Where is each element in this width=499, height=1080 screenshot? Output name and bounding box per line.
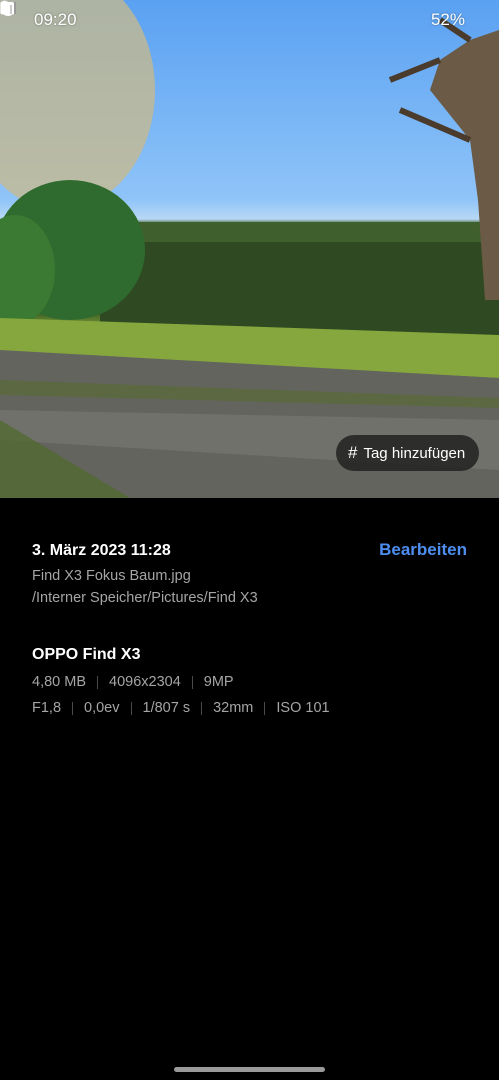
exif-row: F1,8 0,0ev 1/807 s 32mm ISO 101 xyxy=(32,700,467,716)
add-tag-button[interactable]: # Tag hinzufügen xyxy=(336,435,480,471)
date-row: 3. März 2023 11:28 Bearbeiten xyxy=(32,540,467,560)
file-path: /Interner Speicher/Pictures/Find X3 xyxy=(32,590,258,606)
battery-icon xyxy=(0,0,9,15)
details-panel: 3. März 2023 11:28 Bearbeiten Find X3 Fo… xyxy=(32,540,467,716)
photo-preview[interactable]: 09:20 52% # Tag hinzufügen xyxy=(0,0,499,498)
photo-scene xyxy=(0,0,499,498)
hashtag-icon: # xyxy=(348,443,358,462)
status-time: 09:20 xyxy=(34,10,77,29)
divider xyxy=(130,701,132,715)
aperture: F1,8 xyxy=(32,700,62,716)
resolution: 4096x2304 xyxy=(109,674,181,690)
status-icons: 52% xyxy=(0,0,465,30)
divider xyxy=(97,675,98,689)
exposure-bias: 0,0ev xyxy=(84,700,120,716)
home-indicator[interactable] xyxy=(174,1067,325,1072)
divider xyxy=(191,675,193,689)
file-info-row: 4,80 MB 4096x2304 9MP xyxy=(32,674,467,690)
capture-date: 3. März 2023 11:28 xyxy=(32,542,171,559)
focal-length: 32mm xyxy=(213,700,254,716)
divider xyxy=(72,701,74,715)
file-name: Find X3 Fokus Baum.jpg xyxy=(32,568,191,584)
add-tag-label: Tag hinzufügen xyxy=(363,444,466,462)
megapixels: 9MP xyxy=(203,674,234,690)
file-size: 4,80 MB xyxy=(32,674,86,690)
shutter-speed: 1/807 s xyxy=(142,700,191,716)
status-bar: 09:20 52% xyxy=(0,0,499,40)
iso: ISO 101 xyxy=(276,700,330,716)
edit-button[interactable]: Bearbeiten xyxy=(379,540,467,560)
divider xyxy=(201,701,203,715)
divider xyxy=(264,701,266,715)
device-name: OPPO Find X3 xyxy=(32,646,141,663)
battery-percent: 52% xyxy=(430,10,465,29)
